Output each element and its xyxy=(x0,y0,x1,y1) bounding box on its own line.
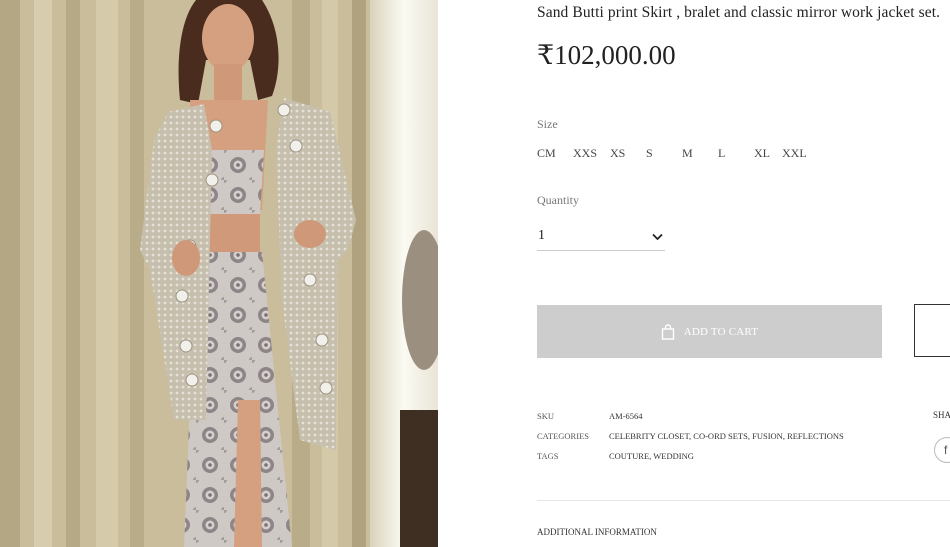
size-option-s[interactable]: S xyxy=(646,146,682,161)
category-link[interactable]: REFLECTIONS xyxy=(787,431,844,441)
category-link[interactable]: CO-ORD SETS xyxy=(693,431,748,441)
categories-label: CATEGORIES xyxy=(537,431,589,441)
size-option-l[interactable]: L xyxy=(718,146,754,161)
category-link[interactable]: CELEBRITY CLOSET xyxy=(609,431,689,441)
size-option-xl[interactable]: XL xyxy=(754,146,782,161)
category-link[interactable]: FUSION xyxy=(752,431,783,441)
share-label: SHA xyxy=(933,410,950,420)
tags-label: TAGS xyxy=(537,451,559,461)
quantity-label: Quantity xyxy=(537,193,579,207)
size-option-m[interactable]: M xyxy=(682,146,718,161)
size-option-cm[interactable]: CM xyxy=(537,146,573,161)
section-divider xyxy=(537,500,950,501)
quantity-select[interactable]: 1 xyxy=(537,224,665,251)
tag-link[interactable]: COUTURE xyxy=(609,451,649,461)
size-option-xs[interactable]: XS xyxy=(610,146,646,161)
sku-value: AM-6564 xyxy=(609,411,643,421)
facebook-share-button[interactable]: f xyxy=(934,437,950,463)
size-option-xxs[interactable]: XXS xyxy=(573,146,610,161)
categories-list: CELEBRITY CLOSET, CO-ORD SETS, FUSION, R… xyxy=(609,431,844,441)
tag-link[interactable]: WEDDING xyxy=(653,451,694,461)
sku-label: SKU xyxy=(537,411,555,421)
add-to-cart-button[interactable]: ADD TO CART xyxy=(537,305,882,358)
additional-information-tab[interactable]: ADDITIONAL INFORMATION xyxy=(537,527,657,537)
wishlist-button[interactable] xyxy=(914,304,950,357)
product-price: ₹102,000.00 xyxy=(537,40,676,70)
size-option-xxl[interactable]: XXL xyxy=(782,146,818,161)
tags-list: COUTURE, WEDDING xyxy=(609,451,694,461)
product-image[interactable] xyxy=(0,0,438,547)
size-options: CM XXS XS S M L XL XXL xyxy=(537,146,818,161)
shopping-bag-icon xyxy=(661,323,675,340)
product-photo-illustration xyxy=(0,0,438,547)
quantity-value: 1 xyxy=(538,228,545,243)
size-label: Size xyxy=(537,117,558,131)
facebook-icon: f xyxy=(944,443,948,457)
product-title: Sand Butti print Skirt , bralet and clas… xyxy=(537,4,941,21)
chevron-down-icon xyxy=(652,230,663,246)
add-to-cart-label: ADD TO CART xyxy=(683,325,759,338)
